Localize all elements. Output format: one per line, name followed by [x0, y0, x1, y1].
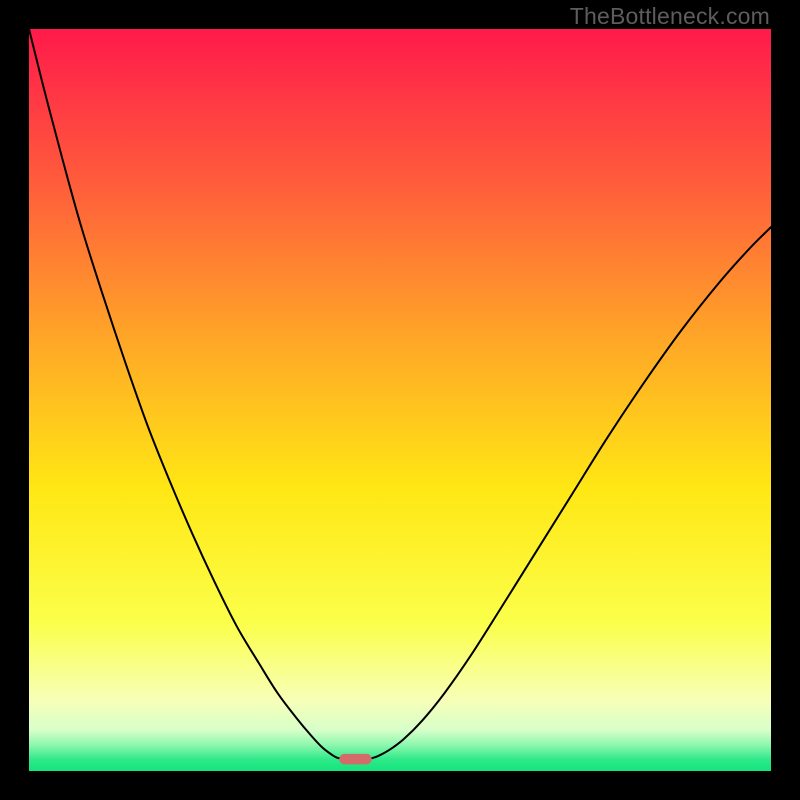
marker-group: [339, 754, 372, 764]
chart-plot-area: [29, 29, 771, 771]
gradient-background: [29, 29, 771, 771]
chart-svg: [29, 29, 771, 771]
optimum-marker: [339, 754, 372, 764]
outer-frame: TheBottleneck.com: [0, 0, 800, 800]
watermark-text: TheBottleneck.com: [570, 3, 770, 30]
